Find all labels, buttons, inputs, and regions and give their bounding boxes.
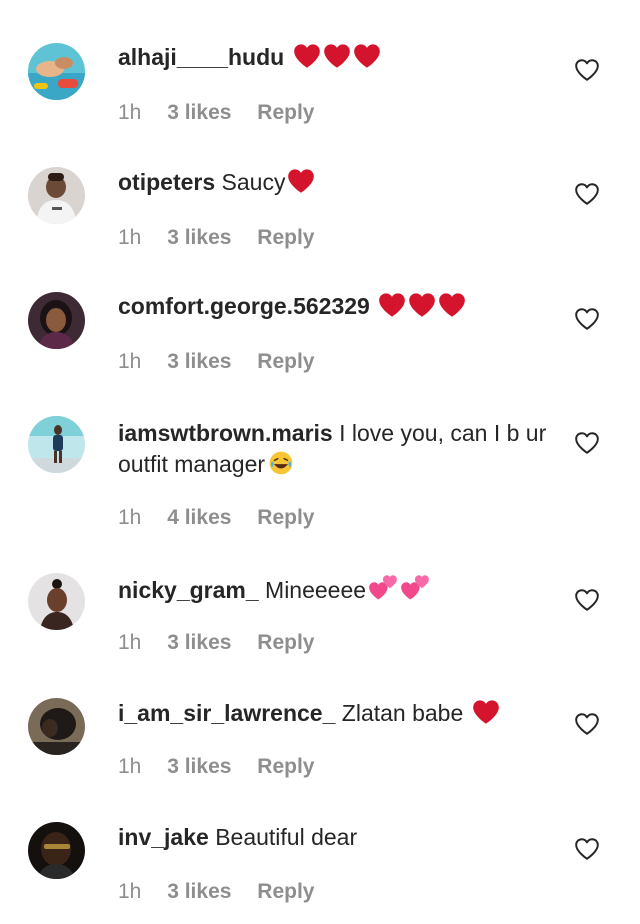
avatar[interactable] xyxy=(28,292,85,349)
avatar[interactable] xyxy=(28,416,85,473)
heart-outline-icon[interactable] xyxy=(574,307,600,331)
comment-meta: 1h 3 likes Reply xyxy=(118,879,314,905)
heart-outline-icon[interactable] xyxy=(574,588,600,612)
heart-outline-icon[interactable] xyxy=(574,712,600,736)
heart-outline-icon[interactable] xyxy=(574,58,600,82)
reply-button[interactable]: Reply xyxy=(257,225,314,251)
comment-text: i_am_sir_lawrence_ Zlatan babe xyxy=(118,698,558,729)
red-heart-emoji xyxy=(472,699,500,725)
comment-username[interactable]: comfort.george.562329 xyxy=(118,293,370,319)
comment-username[interactable]: alhaji____hudu xyxy=(118,44,284,70)
comment-likes-count[interactable]: 3 likes xyxy=(167,100,231,126)
reply-button[interactable]: Reply xyxy=(257,349,314,375)
comment-meta: 1h 3 likes Reply xyxy=(118,225,314,251)
red-heart-emoji xyxy=(438,292,466,318)
two-pink-hearts-emoji xyxy=(368,574,398,602)
comment-meta: 1h 3 likes Reply xyxy=(118,630,314,656)
comment-likes-count[interactable]: 3 likes xyxy=(167,349,231,375)
laughing-face-emoji xyxy=(267,450,295,476)
comment-time: 1h xyxy=(118,880,142,903)
avatar[interactable] xyxy=(28,167,85,224)
comment-text: comfort.george.562329 xyxy=(118,291,558,322)
reply-button[interactable]: Reply xyxy=(257,505,314,531)
red-heart-emoji xyxy=(323,43,351,69)
reply-button[interactable]: Reply xyxy=(257,100,314,126)
reply-button[interactable]: Reply xyxy=(257,754,314,780)
comment-time: 1h xyxy=(118,755,142,778)
comment-likes-count[interactable]: 4 likes xyxy=(167,505,231,531)
comment-text: nicky_gram_ Mineeeee xyxy=(118,574,558,606)
comment-likes-count[interactable]: 3 likes xyxy=(167,754,231,780)
comment-time: 1h xyxy=(118,631,142,654)
comment-time: 1h xyxy=(118,101,142,124)
comment-message: Zlatan babe xyxy=(341,700,464,726)
comment-likes-count[interactable]: 3 likes xyxy=(167,225,231,251)
avatar[interactable] xyxy=(28,822,85,879)
comment-text: iamswtbrown.maris I love you, can I b ur… xyxy=(118,418,558,480)
comment-username[interactable]: inv_jake xyxy=(118,824,209,850)
comment-message: Saucy xyxy=(221,169,286,195)
red-heart-emoji xyxy=(287,168,315,194)
comment-message: Mineeeee xyxy=(265,577,367,603)
comment-username[interactable]: otipeters xyxy=(118,169,215,195)
comment-text: otipeters Saucy xyxy=(118,167,558,198)
comment-username[interactable]: i_am_sir_lawrence_ xyxy=(118,700,335,726)
reply-button[interactable]: Reply xyxy=(257,879,314,905)
comment-meta: 1h 4 likes Reply xyxy=(118,505,314,531)
comment-time: 1h xyxy=(118,226,142,249)
red-heart-emoji xyxy=(353,43,381,69)
comment-username[interactable]: nicky_gram_ xyxy=(118,577,259,603)
comment-time: 1h xyxy=(118,506,142,529)
comment-time: 1h xyxy=(118,350,142,373)
comment-meta: 1h 3 likes Reply xyxy=(118,100,314,126)
comment-likes-count[interactable]: 3 likes xyxy=(167,630,231,656)
avatar[interactable] xyxy=(28,573,85,630)
comment-likes-count[interactable]: 3 likes xyxy=(167,879,231,905)
heart-outline-icon[interactable] xyxy=(574,431,600,455)
comment-message: Beautiful dear xyxy=(215,824,358,850)
avatar[interactable] xyxy=(28,43,85,100)
red-heart-emoji xyxy=(378,292,406,318)
heart-outline-icon[interactable] xyxy=(574,182,600,206)
comment-username[interactable]: iamswtbrown.maris xyxy=(118,420,333,446)
avatar[interactable] xyxy=(28,698,85,755)
comment-text: alhaji____hudu xyxy=(118,42,558,73)
red-heart-emoji xyxy=(408,292,436,318)
comment-text: inv_jake Beautiful dear xyxy=(118,822,558,853)
red-heart-emoji xyxy=(293,43,321,69)
heart-outline-icon[interactable] xyxy=(574,837,600,861)
comment-meta: 1h 3 likes Reply xyxy=(118,349,314,375)
reply-button[interactable]: Reply xyxy=(257,630,314,656)
two-pink-hearts-emoji xyxy=(400,574,430,602)
comment-meta: 1h 3 likes Reply xyxy=(118,754,314,780)
